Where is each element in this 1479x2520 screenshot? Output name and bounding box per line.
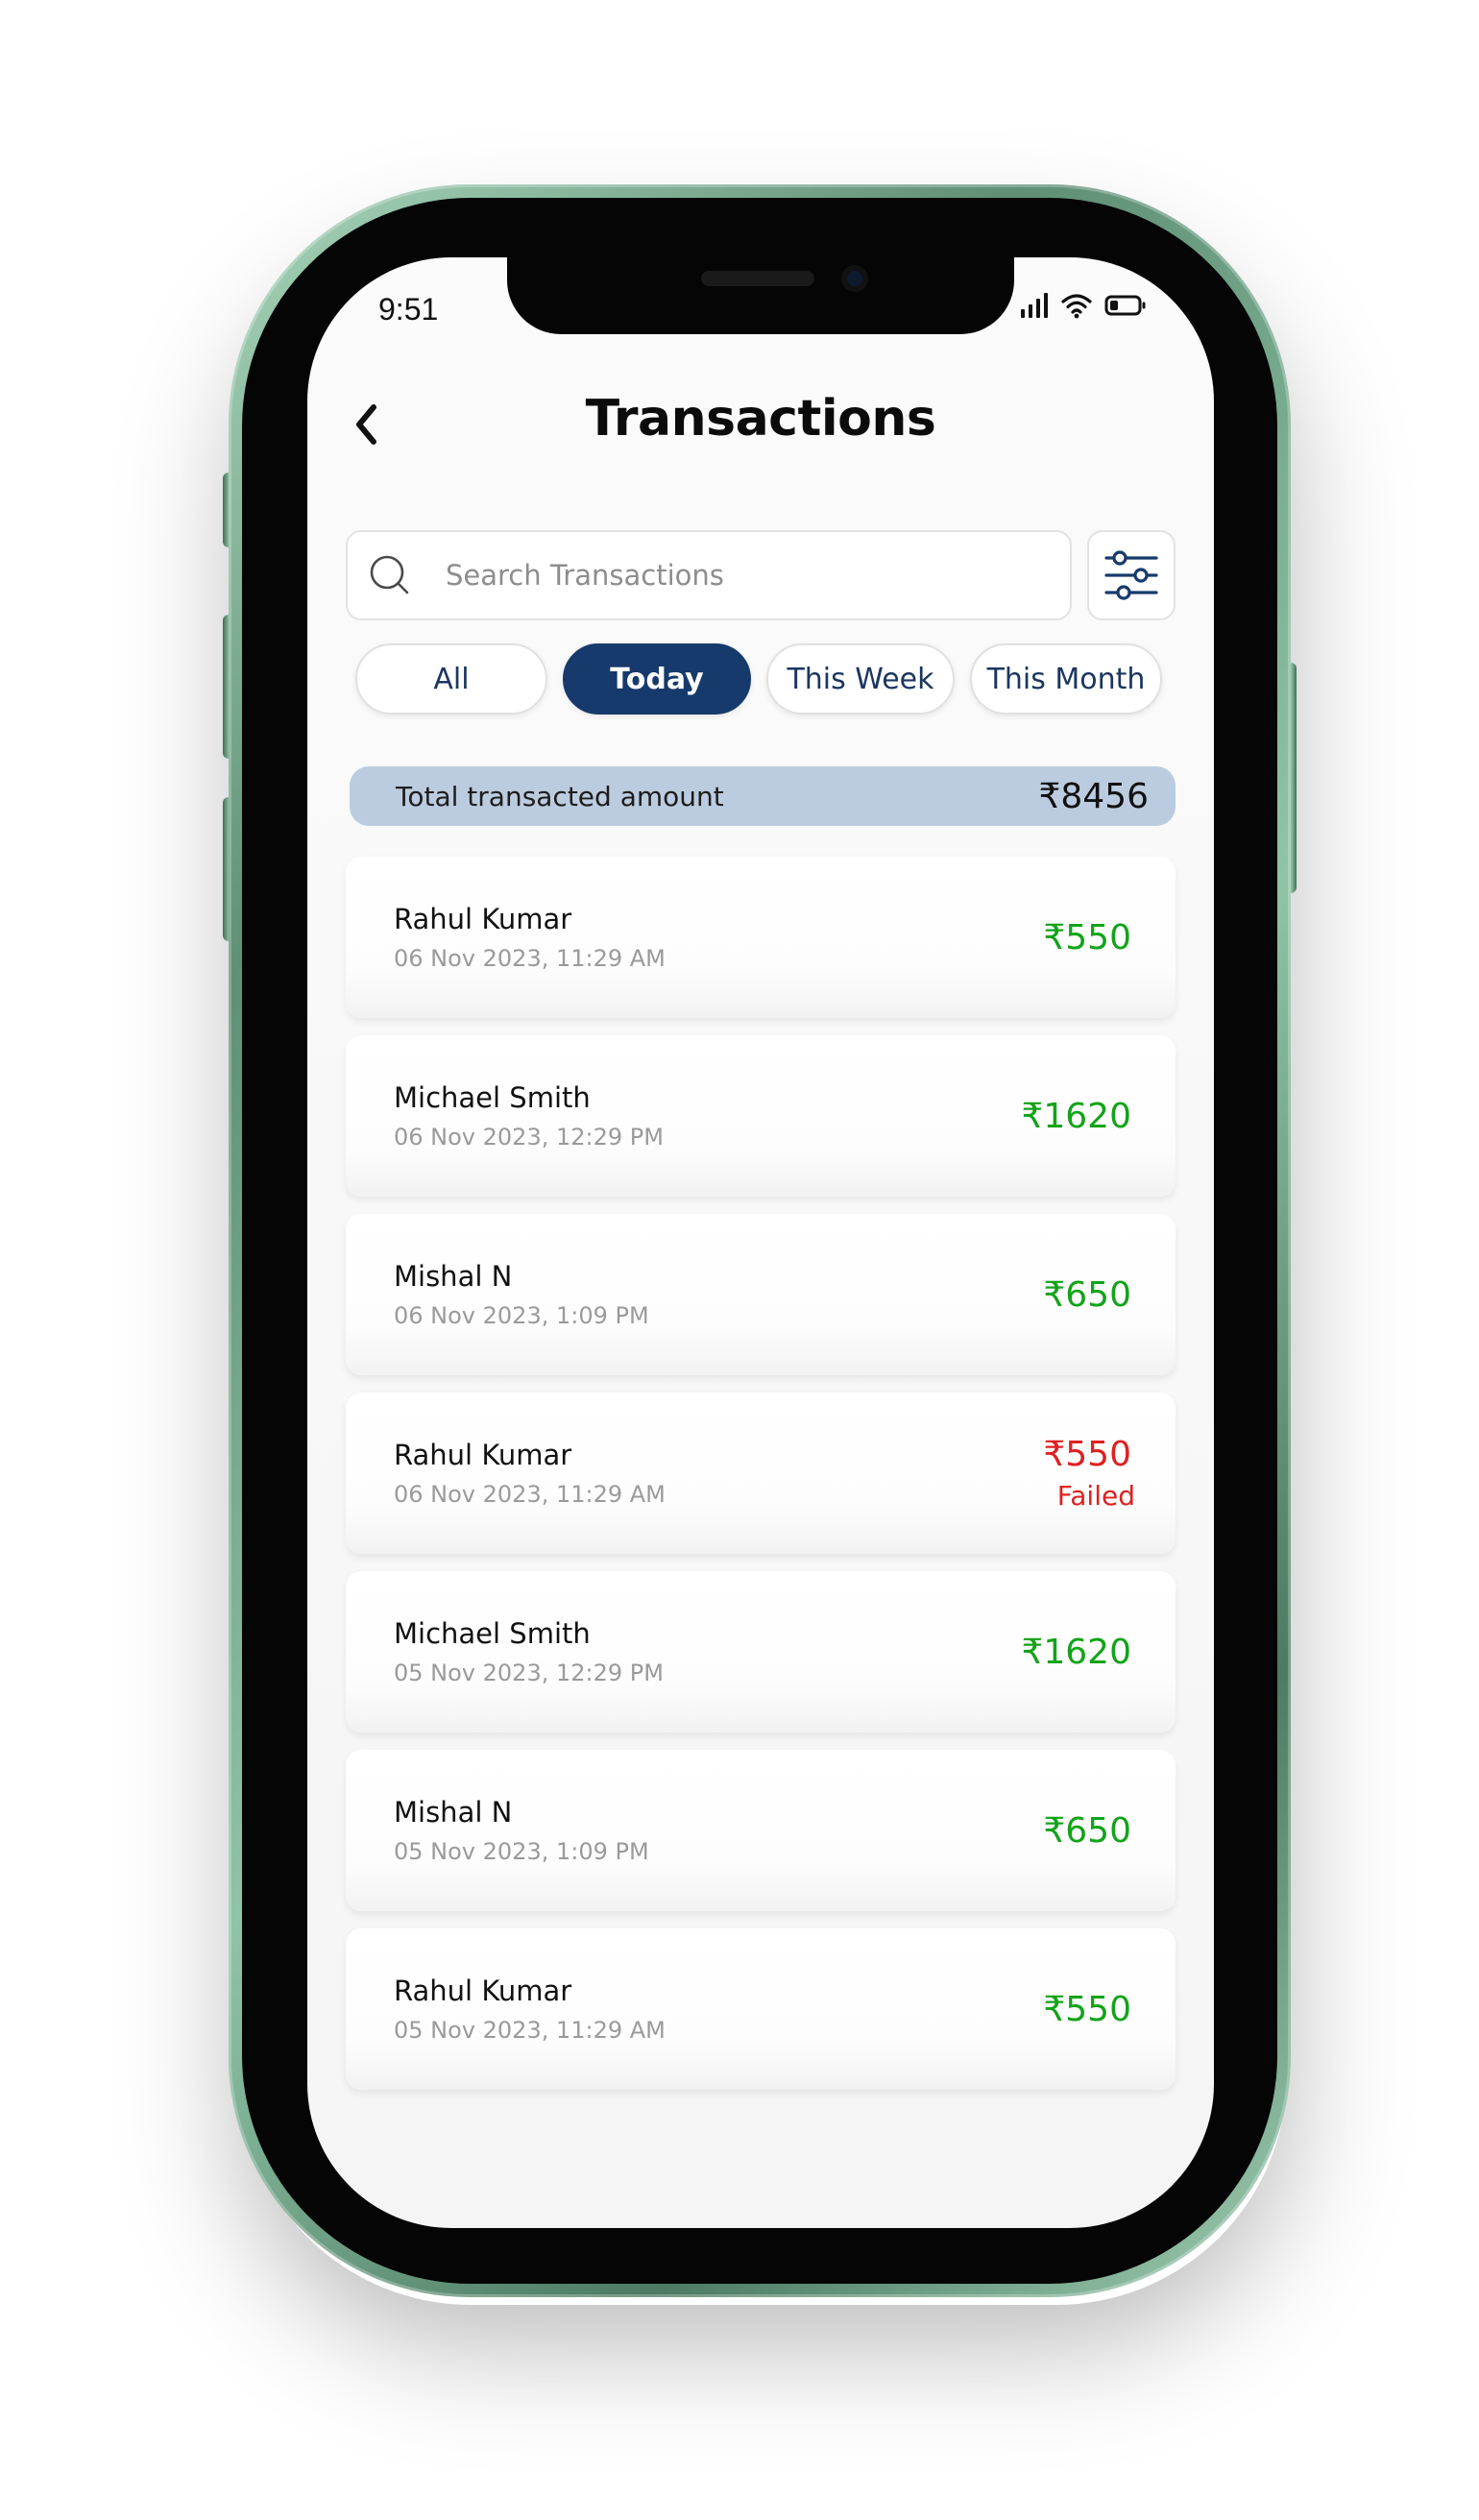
transaction-amount: ₹550 <box>1043 917 1131 957</box>
transaction-amount: ₹550 <box>1043 1435 1131 1474</box>
transaction-amount: ₹1620 <box>1021 1632 1131 1672</box>
transaction-name: Mishal N <box>394 1796 513 1829</box>
transaction-card[interactable]: Mishal N 06 Nov 2023, 1:09 PM ₹650 <box>346 1214 1176 1375</box>
transaction-name: Michael Smith <box>394 1617 591 1650</box>
total-amount-label: Total transacted amount <box>396 780 724 812</box>
transaction-name: Michael Smith <box>394 1081 591 1114</box>
tab-all[interactable]: All <box>355 643 547 715</box>
notch <box>507 257 1014 334</box>
tab-this-month[interactable]: This Month <box>970 643 1162 715</box>
transaction-card[interactable]: Michael Smith 05 Nov 2023, 12:29 PM ₹162… <box>346 1571 1176 1732</box>
transaction-name: Rahul Kumar <box>394 903 572 935</box>
battery-icon <box>1104 294 1147 321</box>
transaction-date: 06 Nov 2023, 11:29 AM <box>394 945 666 972</box>
transaction-name: Rahul Kumar <box>394 1439 572 1471</box>
transaction-amount: ₹550 <box>1043 1989 1131 2029</box>
search-input[interactable] <box>444 558 1020 593</box>
status-time: 9:51 <box>378 292 439 327</box>
transaction-card[interactable]: Rahul Kumar 05 Nov 2023, 11:29 AM ₹550 <box>346 1928 1176 2090</box>
transaction-amount: ₹650 <box>1043 1810 1131 1851</box>
transaction-card-failed[interactable]: Rahul Kumar 06 Nov 2023, 11:29 AM ₹550 F… <box>346 1393 1176 1554</box>
transaction-card[interactable]: Rahul Kumar 06 Nov 2023, 11:29 AM ₹550 <box>346 857 1176 1018</box>
transaction-name: Rahul Kumar <box>394 1975 572 2007</box>
earpiece-speaker <box>701 271 814 286</box>
transaction-date: 06 Nov 2023, 11:29 AM <box>394 1481 666 1508</box>
sliders-icon <box>1104 550 1158 600</box>
transaction-date: 06 Nov 2023, 1:09 PM <box>394 1302 649 1329</box>
total-amount-bar: Total transacted amount ₹8456 <box>350 766 1176 826</box>
transaction-status: Failed <box>1056 1480 1135 1512</box>
date-filter-tabs: All Today This Week This Month <box>355 643 1181 718</box>
transaction-list: Rahul Kumar 06 Nov 2023, 11:29 AM ₹550 M… <box>346 857 1176 2107</box>
transaction-card[interactable]: Mishal N 05 Nov 2023, 1:09 PM ₹650 <box>346 1750 1176 1911</box>
tab-this-week[interactable]: This Week <box>766 643 955 715</box>
front-camera <box>841 265 868 292</box>
transaction-amount: ₹650 <box>1043 1274 1131 1315</box>
search-bar[interactable] <box>346 530 1072 620</box>
device-mockup: 9:51 Transactions Search Transactions Al… <box>0 0 1479 2520</box>
signal-icon <box>1020 292 1049 323</box>
transaction-date: 05 Nov 2023, 12:29 PM <box>394 1660 664 1686</box>
transaction-name: Mishal N <box>394 1260 513 1293</box>
app-screen: 9:51 Transactions Search Transactions Al… <box>307 257 1214 2228</box>
transaction-date: 06 Nov 2023, 12:29 PM <box>394 1124 664 1151</box>
transaction-date: 05 Nov 2023, 1:09 PM <box>394 1838 649 1865</box>
search-icon <box>361 553 419 597</box>
transaction-amount: ₹1620 <box>1021 1096 1131 1136</box>
total-amount-value: ₹8456 <box>1038 776 1149 816</box>
filter-button[interactable] <box>1087 530 1176 620</box>
wifi-icon <box>1060 292 1093 323</box>
transaction-date: 05 Nov 2023, 11:29 AM <box>394 2017 666 2044</box>
tab-today[interactable]: Today <box>563 643 751 715</box>
status-icons <box>1020 292 1147 323</box>
transaction-card[interactable]: Michael Smith 06 Nov 2023, 12:29 PM ₹162… <box>346 1035 1176 1197</box>
page-title: Transactions <box>585 390 936 448</box>
